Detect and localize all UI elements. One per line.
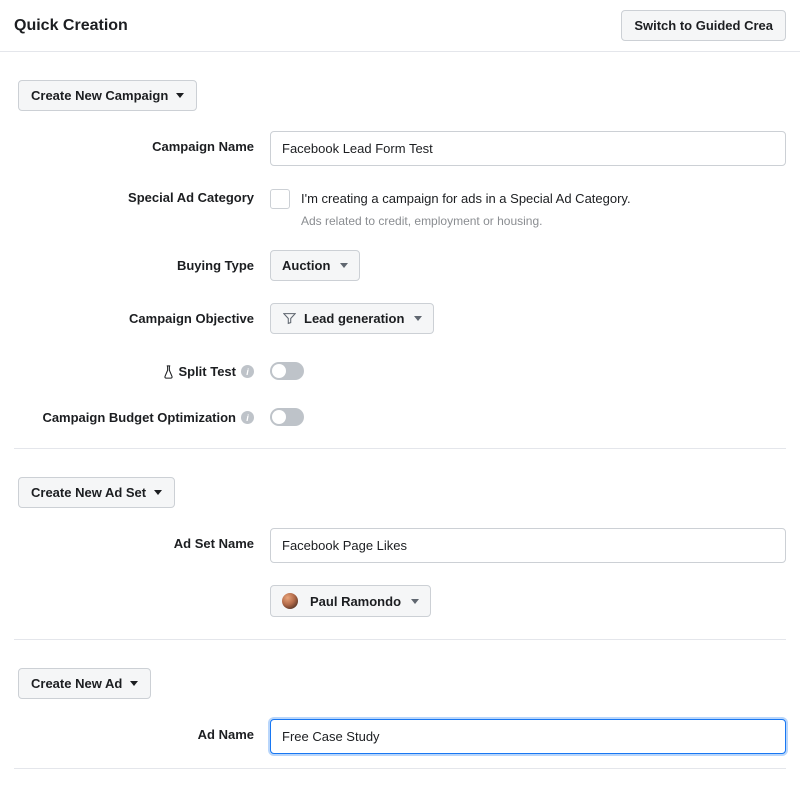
create-new-adset-button[interactable]: Create New Ad Set [18,477,175,508]
campaign-objective-select[interactable]: Lead generation [270,303,434,334]
adset-page-row: Paul Ramondo [14,585,786,617]
content-area: Create New Campaign Campaign Name Specia… [0,52,800,769]
split-test-row: Split Test i [14,356,786,380]
special-ad-helper: Ads related to credit, employment or hou… [301,214,631,228]
cbo-toggle[interactable] [270,408,304,426]
create-adset-label: Create New Ad Set [31,485,146,500]
adset-name-row: Ad Set Name [14,528,786,563]
info-icon[interactable]: i [241,411,254,424]
campaign-objective-row: Campaign Objective Lead generation [14,303,786,334]
special-ad-text: I'm creating a campaign for ads in a Spe… [301,188,631,208]
buying-type-value: Auction [282,258,330,273]
buying-type-label: Buying Type [14,250,270,273]
page-value: Paul Ramondo [310,594,401,609]
chevron-down-icon [130,681,138,686]
create-campaign-label: Create New Campaign [31,88,168,103]
section-divider [14,639,786,640]
create-ad-label: Create New Ad [31,676,122,691]
funnel-icon [282,312,296,326]
special-ad-row: Special Ad Category I'm creating a campa… [14,188,786,228]
ad-name-row: Ad Name [14,719,786,754]
campaign-name-input[interactable] [270,131,786,166]
special-ad-label: Special Ad Category [14,188,270,205]
chevron-down-icon [176,93,184,98]
chevron-down-icon [154,490,162,495]
campaign-objective-value: Lead generation [304,311,404,326]
header: Quick Creation Switch to Guided Crea [0,0,800,52]
chevron-down-icon [414,316,422,321]
buying-type-row: Buying Type Auction [14,250,786,281]
campaign-name-label: Campaign Name [14,131,270,154]
beaker-icon [162,365,174,379]
ad-name-input[interactable] [270,719,786,754]
page-title: Quick Creation [14,17,128,35]
buying-type-select[interactable]: Auction [270,250,360,281]
split-test-label: Split Test [178,364,236,379]
page-select[interactable]: Paul Ramondo [270,585,431,617]
campaign-objective-label: Campaign Objective [14,303,270,326]
split-test-label-wrap: Split Test i [14,356,270,379]
cbo-label-wrap: Campaign Budget Optimization i [14,402,270,425]
adset-name-label: Ad Set Name [14,528,270,551]
ad-name-label: Ad Name [14,719,270,742]
info-icon[interactable]: i [241,365,254,378]
create-new-campaign-button[interactable]: Create New Campaign [18,80,197,111]
chevron-down-icon [411,599,419,604]
section-divider [14,768,786,769]
adset-name-input[interactable] [270,528,786,563]
special-ad-checkbox[interactable] [270,189,290,209]
chevron-down-icon [340,263,348,268]
switch-guided-button[interactable]: Switch to Guided Crea [621,10,786,41]
create-new-ad-button[interactable]: Create New Ad [18,668,151,699]
cbo-row: Campaign Budget Optimization i [14,402,786,426]
avatar [282,593,298,609]
campaign-name-row: Campaign Name [14,131,786,166]
section-divider [14,448,786,449]
cbo-label: Campaign Budget Optimization [42,410,236,425]
split-test-toggle[interactable] [270,362,304,380]
